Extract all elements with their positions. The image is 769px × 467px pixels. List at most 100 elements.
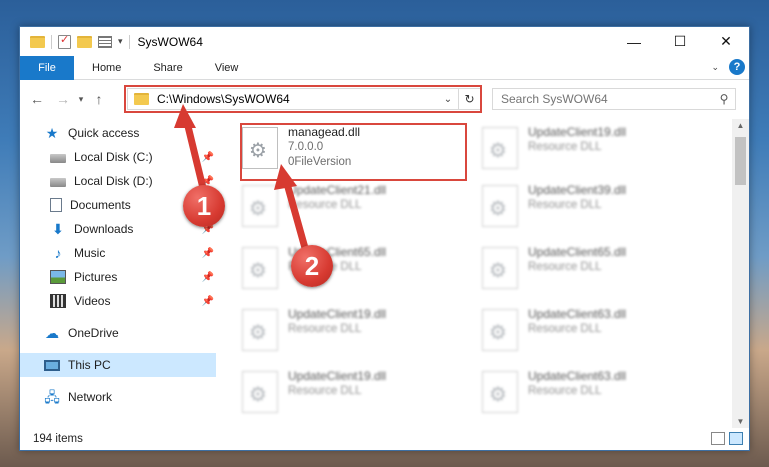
tab-home[interactable]: Home: [74, 62, 137, 74]
sidebar-item-label: Local Disk (C:): [74, 150, 153, 164]
minimize-button[interactable]: —: [611, 27, 657, 56]
recent-locations-button[interactable]: ▾: [74, 94, 88, 105]
file-name: UpdateClient65.dll: [528, 245, 627, 259]
view-toggle: [711, 432, 743, 445]
navigation-pane: ★ Quick access Local Disk (C:) 📌 Local D…: [20, 119, 216, 428]
sidebar-item-label: OneDrive: [68, 326, 119, 340]
sidebar-item-videos[interactable]: Videos 📌: [20, 289, 216, 313]
properties-check-icon[interactable]: [58, 33, 71, 49]
sidebar-item-pictures[interactable]: Pictures 📌: [20, 265, 216, 289]
sidebar-item-label: This PC: [68, 358, 111, 372]
dll-file-icon: [242, 247, 278, 289]
sidebar-item-label: Local Disk (D:): [74, 174, 153, 188]
cloud-icon: ☁: [45, 325, 59, 341]
file-description: Resource DLL: [528, 385, 602, 397]
sidebar-item-quick-access[interactable]: ★ Quick access: [20, 121, 216, 145]
sidebar-item-this-pc[interactable]: This PC: [20, 353, 216, 377]
ribbon-tabs: File Home Share View ⌄ ?: [20, 55, 749, 80]
item-count: 194 items: [33, 433, 83, 445]
pin-icon[interactable]: 📌: [202, 152, 214, 163]
file-description: Resource DLL: [528, 261, 602, 273]
file-description: Resource DLL: [528, 323, 602, 335]
network-icon: 🖧: [44, 389, 60, 405]
file-item[interactable]: UpdateClient63.dll Resource DLL: [482, 369, 692, 419]
file-item[interactable]: UpdateClient21.dll Resource DLL: [242, 183, 452, 233]
sidebar-item-downloads[interactable]: ⬇ Downloads 📌: [20, 217, 216, 241]
sidebar-item-label: Music: [74, 246, 106, 260]
dll-file-icon: [482, 309, 518, 351]
sidebar-item-local-disk-c[interactable]: Local Disk (C:) 📌: [20, 145, 216, 169]
file-item[interactable]: UpdateClient19.dll Resource DLL: [482, 125, 692, 175]
download-icon: ⬇: [52, 221, 64, 237]
pin-icon[interactable]: 📌: [202, 248, 214, 259]
file-item[interactable]: UpdateClient65.dllResource DLL: [242, 245, 452, 295]
scroll-up-icon[interactable]: ▲: [732, 121, 749, 130]
pin-icon[interactable]: 📌: [202, 272, 214, 283]
sidebar-item-network[interactable]: 🖧 Network: [20, 385, 216, 409]
file-description: Resource DLL: [528, 141, 602, 153]
music-icon: ♪: [54, 245, 62, 261]
scroll-down-icon[interactable]: ▼: [732, 417, 749, 426]
help-icon[interactable]: ?: [729, 59, 745, 75]
new-folder-icon[interactable]: [77, 35, 92, 48]
file-description: Resource DLL: [528, 199, 602, 211]
tab-file[interactable]: File: [20, 55, 74, 80]
sidebar-item-label: Quick access: [68, 126, 140, 140]
tab-view[interactable]: View: [199, 62, 255, 74]
forward-button[interactable]: →: [52, 91, 74, 107]
dll-file-icon: [242, 185, 278, 227]
properties-icon[interactable]: [98, 35, 112, 48]
pc-icon: [44, 359, 60, 371]
dll-file-icon: [482, 127, 518, 169]
file-item[interactable]: UpdateClient19.dll Resource DLL: [242, 369, 452, 419]
file-name: UpdateClient21.dll: [288, 183, 387, 197]
file-description: Resource DLL: [288, 199, 362, 211]
file-item[interactable]: UpdateClient19.dll Resource DLL: [242, 307, 452, 357]
scrollbar-thumb[interactable]: [735, 137, 746, 185]
toolbar-divider: [128, 34, 130, 49]
file-name: UpdateClient19.dll: [528, 125, 627, 139]
sidebar-item-local-disk-d[interactable]: Local Disk (D:) 📌: [20, 169, 216, 193]
sidebar-item-label: Videos: [74, 294, 111, 308]
window-controls: — ☐ ✕: [611, 27, 749, 56]
back-button[interactable]: ←: [26, 91, 48, 107]
maximize-button[interactable]: ☐: [657, 27, 703, 56]
sidebar-item-label: Network: [68, 390, 113, 404]
up-button[interactable]: ↑: [88, 91, 110, 107]
search-icon: ⚲: [719, 92, 729, 106]
tiles-view-icon[interactable]: [729, 432, 743, 445]
file-name: UpdateClient19.dll: [288, 369, 387, 383]
sidebar-item-onedrive[interactable]: ☁ OneDrive: [20, 321, 216, 345]
file-item[interactable]: UpdateClient65.dll Resource DLL: [482, 245, 692, 295]
pin-icon[interactable]: 📌: [202, 296, 214, 307]
file-name: UpdateClient39.dll: [528, 183, 627, 197]
customize-toolbar-dropdown-icon[interactable]: ▾: [118, 36, 123, 47]
disk-icon: [50, 177, 66, 187]
file-item[interactable]: UpdateClient39.dll Resource DLL: [482, 183, 692, 233]
status-bar: 194 items: [20, 428, 749, 450]
address-highlight-box: [124, 85, 482, 113]
documents-icon: [50, 198, 62, 212]
sidebar-item-music[interactable]: ♪ Music 📌: [20, 241, 216, 265]
search-box[interactable]: ⚲: [492, 88, 736, 110]
file-item[interactable]: UpdateClient63.dll Resource DLL: [482, 307, 692, 357]
file-description: Resource DLL: [288, 323, 362, 335]
tab-share[interactable]: Share: [137, 62, 198, 74]
window-title: SysWOW64: [137, 34, 203, 49]
navigation-bar: ← → ▾ ↑ C:\Windows\SysWOW64 ⌄ ↻ ⚲: [20, 80, 749, 118]
dll-file-icon: [242, 371, 278, 413]
sidebar-item-label: Downloads: [74, 222, 134, 236]
close-button[interactable]: ✕: [703, 27, 749, 56]
search-input[interactable]: [501, 92, 713, 106]
file-name: UpdateClient63.dll: [528, 307, 627, 321]
dll-file-icon: [482, 185, 518, 227]
vertical-scrollbar[interactable]: ▲ ▼: [732, 119, 749, 428]
file-name: UpdateClient63.dll: [528, 369, 627, 383]
details-view-icon[interactable]: [711, 432, 725, 445]
folder-icon: [30, 35, 45, 48]
dll-file-icon: [482, 371, 518, 413]
pictures-icon: [50, 270, 66, 284]
file-name: UpdateClient19.dll: [288, 307, 387, 321]
expand-ribbon-chevron-icon[interactable]: ⌄: [711, 62, 719, 73]
toolbar-divider: [51, 34, 52, 49]
